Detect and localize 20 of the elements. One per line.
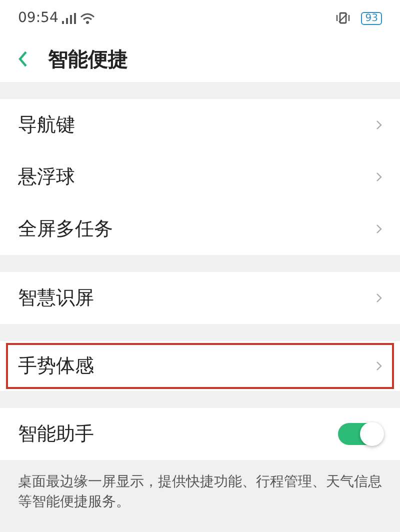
page-title: 智能便捷 bbox=[48, 46, 128, 72]
chevron-icon bbox=[376, 361, 382, 371]
settings-item[interactable]: 智慧识屏 bbox=[0, 272, 400, 324]
chevron-icon bbox=[376, 120, 382, 130]
wifi-icon bbox=[80, 12, 96, 24]
toggle-switch[interactable] bbox=[338, 423, 382, 445]
settings-item[interactable]: 全屏多任务 bbox=[0, 203, 400, 255]
status-time: 09:54 bbox=[18, 10, 58, 26]
signal-icon bbox=[62, 12, 76, 24]
chevron-icon bbox=[376, 224, 382, 234]
settings-item[interactable]: 导航键 bbox=[0, 99, 400, 151]
back-icon[interactable] bbox=[18, 51, 28, 67]
vibrate-icon bbox=[335, 12, 352, 24]
description-text: 桌面最边缘一屏显示，提供快捷功能、行程管理、天气信息等智能便捷服务。 bbox=[18, 474, 382, 510]
chevron-icon bbox=[376, 293, 382, 303]
settings-item[interactable]: 手势体感 bbox=[6, 343, 394, 389]
settings-item[interactable]: 悬浮球 bbox=[0, 151, 400, 203]
setting-label: 智能助手 bbox=[18, 422, 94, 447]
chevron-icon bbox=[376, 172, 382, 182]
battery-indicator: 93 bbox=[361, 12, 382, 24]
